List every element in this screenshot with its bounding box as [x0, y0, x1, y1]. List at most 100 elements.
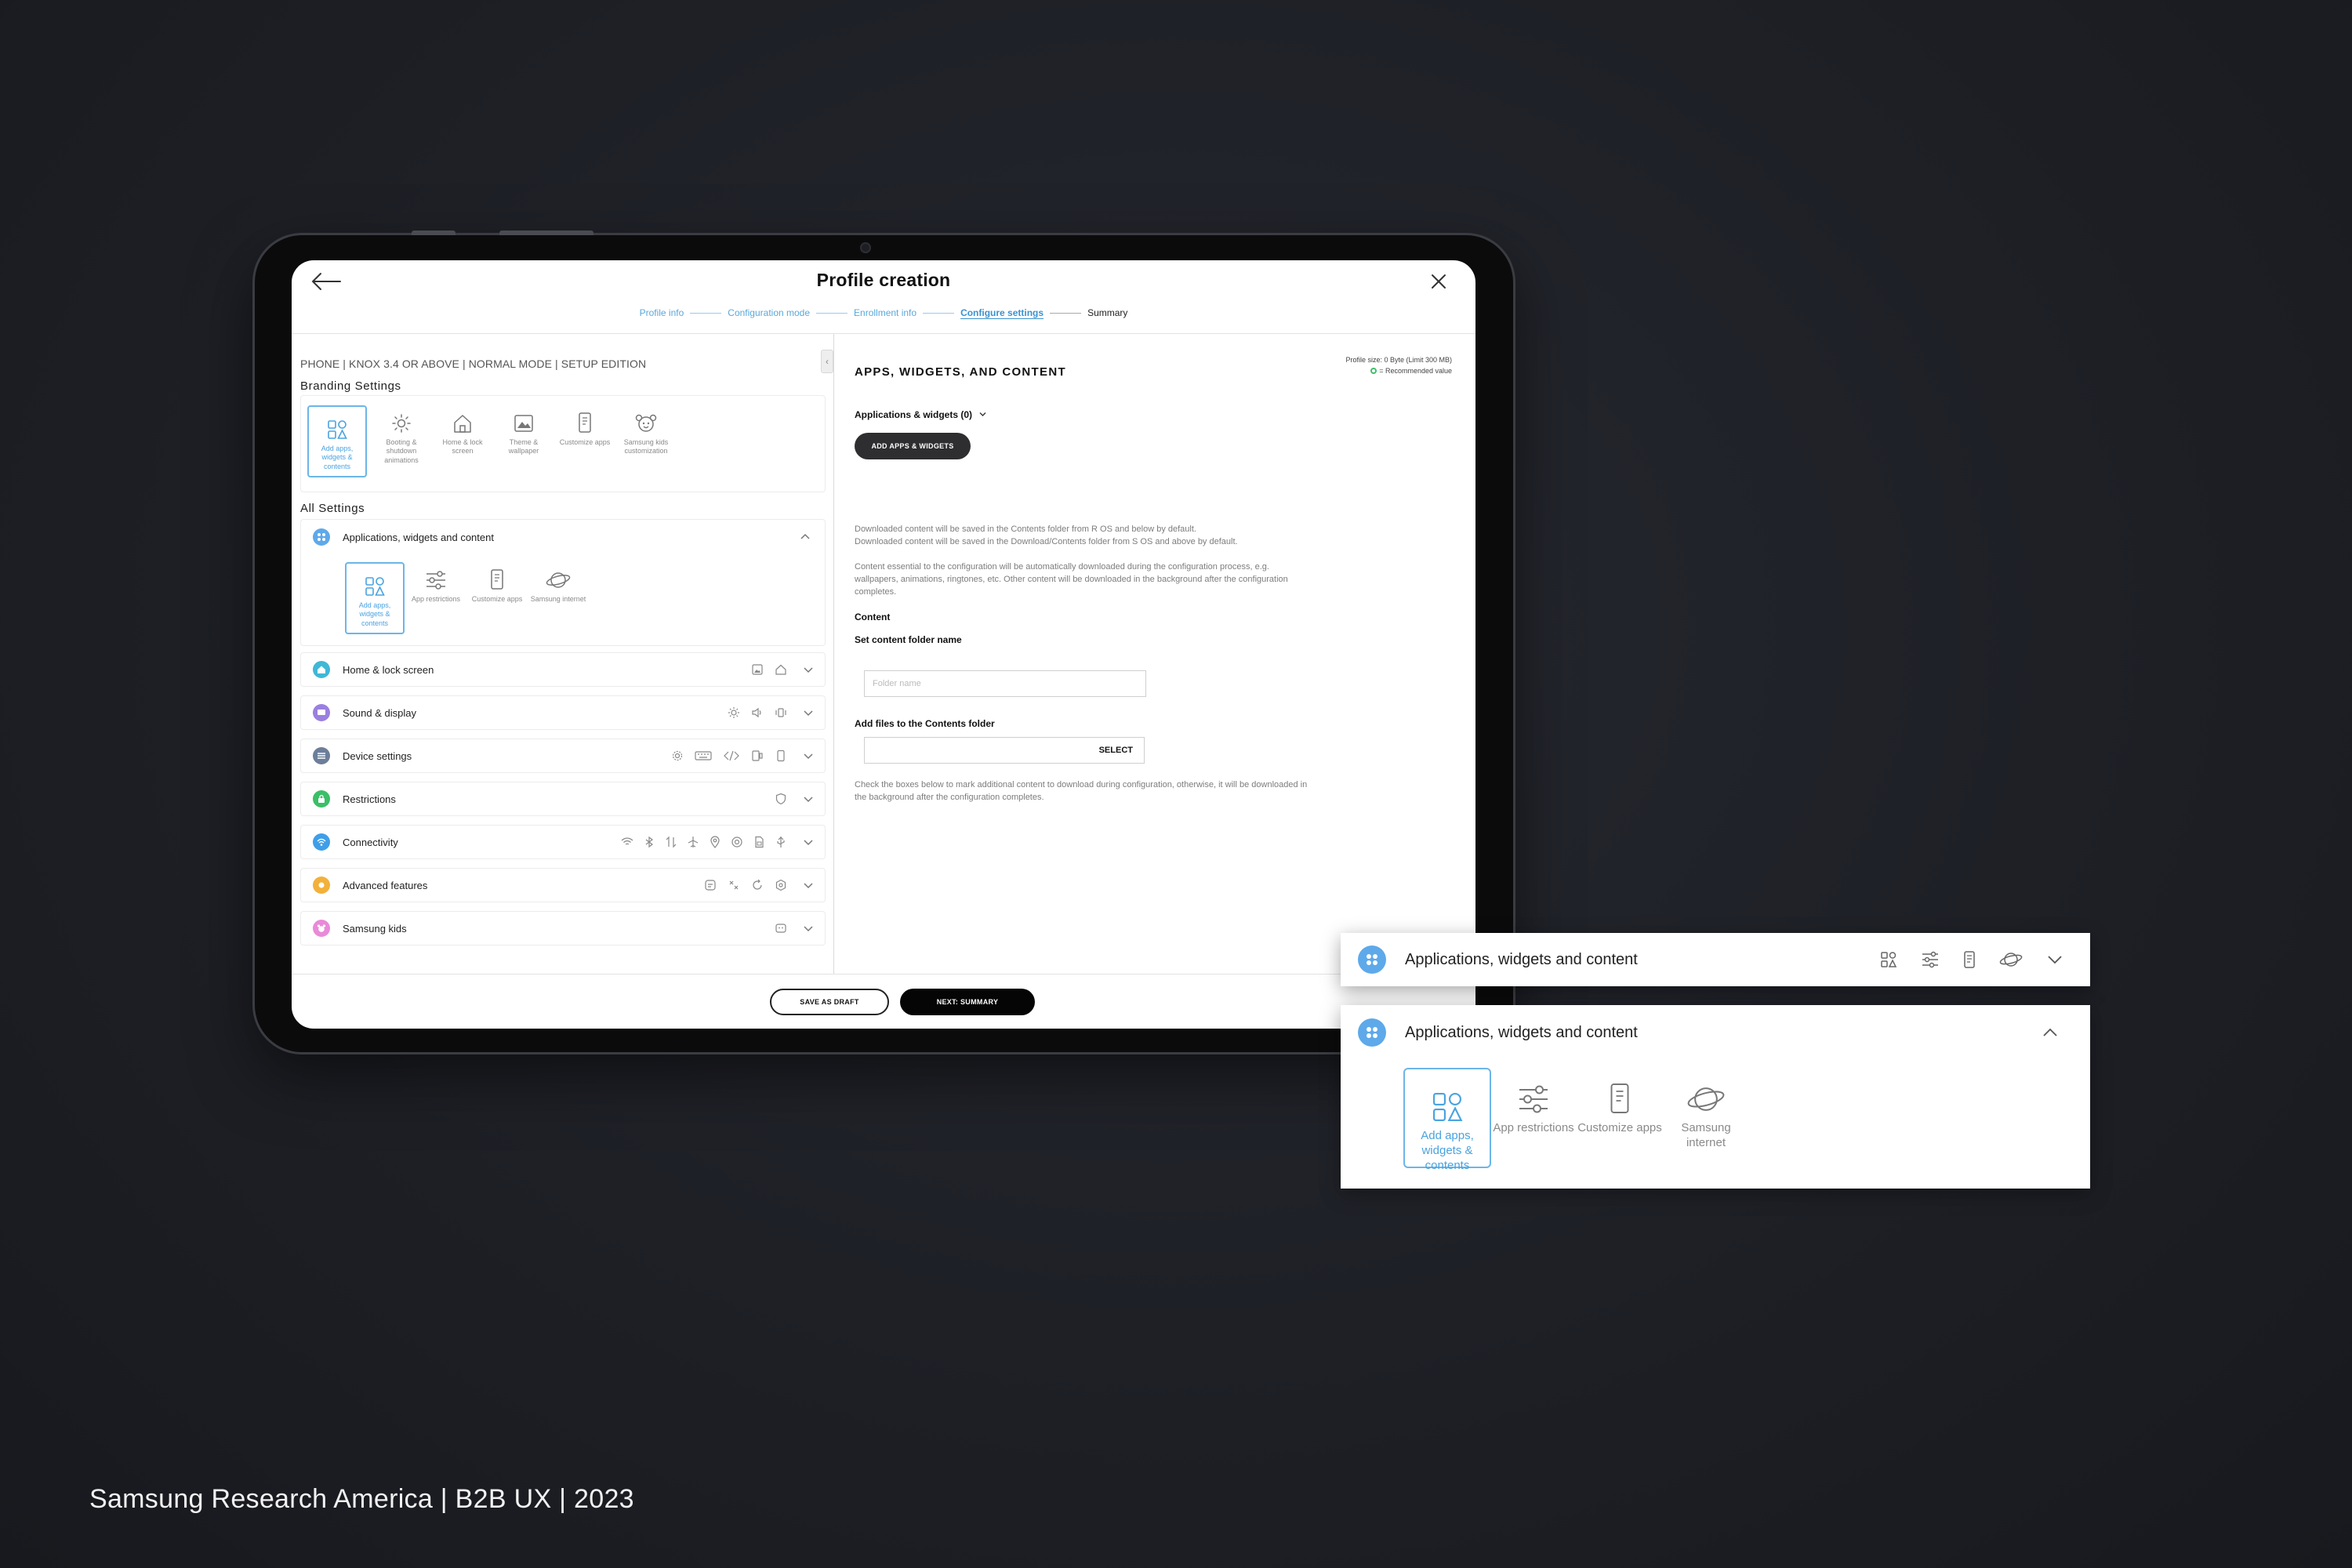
tile-customize-apps[interactable]: Customize apps: [467, 564, 527, 604]
tile-add-apps[interactable]: Add apps, widgets & contents: [1403, 1068, 1491, 1172]
planet-icon: [1662, 1069, 1750, 1115]
accordion-label: Applications, widgets and content: [1405, 1023, 1638, 1041]
kids-category-icon: [313, 920, 330, 937]
phone-icon: [555, 407, 615, 434]
recommended-dot-icon: [1370, 368, 1377, 375]
step-configuration-mode[interactable]: Configuration mode: [728, 307, 810, 318]
row-label: Advanced features: [343, 879, 428, 891]
folder-name-input[interactable]: Folder name: [864, 670, 1146, 697]
note-line: Downloaded content will be saved in the …: [855, 536, 1238, 546]
tile-app-restrictions[interactable]: App restrictions: [406, 564, 466, 604]
chevron-down-icon[interactable]: [803, 793, 814, 804]
accordion-header[interactable]: Applications, widgets and content: [301, 520, 825, 554]
volume-icon: [752, 707, 761, 718]
nfc-icon: [731, 837, 742, 848]
tile-samsung-internet[interactable]: Samsung internet: [1662, 1069, 1750, 1151]
location-icon: [710, 836, 720, 848]
chevron-up-icon[interactable]: [800, 532, 811, 543]
volume-button: [412, 230, 456, 235]
apps-category-icon: [1358, 1018, 1386, 1047]
select-button[interactable]: SELECT: [1099, 746, 1133, 755]
row-label: Connectivity: [343, 836, 398, 848]
gesture-icon: [729, 880, 739, 890]
app-screen: Profile creation Profile info Configurat…: [292, 260, 1475, 1029]
chevron-down-icon[interactable]: [803, 923, 814, 934]
row-connectivity[interactable]: Connectivity: [300, 825, 826, 859]
chevron-down-icon[interactable]: [2046, 951, 2063, 968]
close-icon[interactable]: [1430, 273, 1447, 290]
apps-widgets-count: Applications & widgets (0): [855, 409, 973, 420]
profile-size-info: Profile size: 0 Byte (Limit 300 MB) = Re…: [1345, 354, 1452, 377]
tile-customize-apps[interactable]: Customize apps: [555, 407, 615, 447]
note-line: Downloaded content will be saved in the …: [855, 524, 1196, 534]
accordion-header[interactable]: Applications, widgets and content: [1341, 1005, 2090, 1060]
essential-content-note: Content essential to the configuration w…: [855, 562, 1288, 597]
tile-label: Theme & wallpaper: [508, 438, 539, 456]
tile-home-lock-screen[interactable]: Home & lock screen: [433, 407, 492, 456]
phone-icon: [1576, 1069, 1664, 1115]
advanced-category-icon: [313, 877, 330, 894]
save-draft-button[interactable]: SAVE AS DRAFT: [770, 989, 889, 1015]
tile-customize-apps[interactable]: Customize apps: [1576, 1069, 1664, 1136]
collapse-pane-button[interactable]: ‹: [821, 350, 833, 373]
accordion-label: Applications, widgets and content: [1405, 950, 1638, 968]
step-summary[interactable]: Summary: [1087, 307, 1127, 318]
gear-icon: [672, 750, 683, 761]
row-device-settings[interactable]: Device settings: [300, 739, 826, 773]
sim-icon: [755, 836, 764, 848]
tile-add-apps[interactable]: Add apps, widgets & contents: [307, 405, 367, 477]
tile-theme-wallpaper[interactable]: Theme & wallpaper: [494, 407, 554, 456]
tile-booting-animations[interactable]: Booting & shutdown animations: [372, 407, 431, 465]
step-profile-info[interactable]: Profile info: [640, 307, 684, 318]
tile-label: App restrictions: [1493, 1121, 1574, 1134]
tile-label: Home & lock screen: [442, 438, 483, 456]
step-connector: [816, 312, 848, 314]
chevron-down-icon[interactable]: [803, 837, 814, 848]
devices-icon: [752, 750, 763, 761]
chevron-down-icon[interactable]: [803, 664, 814, 675]
tile-add-apps[interactable]: Add apps, widgets & contents: [345, 562, 405, 634]
row-label: Home & lock screen: [343, 663, 434, 676]
breadcrumb: PHONE | KNOX 3.4 OR ABOVE | NORMAL MODE …: [300, 358, 647, 370]
apps-widgets-dropdown[interactable]: Applications & widgets (0): [855, 409, 986, 420]
chevron-up-icon[interactable]: [2042, 1024, 2059, 1041]
chevron-down-icon[interactable]: [803, 880, 814, 891]
sliders-icon: [1922, 951, 1938, 968]
step-configure-settings[interactable]: Configure settings: [960, 307, 1044, 318]
zoom-accordion-expanded: Applications, widgets and content Add ap…: [1341, 1005, 2090, 1189]
download-location-note: Downloaded content will be saved in the …: [855, 524, 1309, 549]
image-icon: [752, 664, 763, 675]
tile-label: Add apps, widgets & contents: [1421, 1129, 1474, 1172]
profile-size: Profile size: 0 Byte (Limit 300 MB): [1345, 356, 1452, 364]
additional-content-note: Check the boxes below to mark additional…: [855, 780, 1308, 802]
sun-icon: [372, 407, 431, 434]
wifi-category-icon: [313, 833, 330, 851]
section-title: APPS, WIDGETS, AND CONTENT: [855, 365, 1066, 379]
row-home-lock-screen[interactable]: Home & lock screen: [300, 652, 826, 687]
row-sound-display[interactable]: Sound & display: [300, 695, 826, 730]
row-restrictions[interactable]: Restrictions: [300, 782, 826, 816]
tile-label: Customize apps: [471, 595, 523, 603]
zoom-accordion-collapsed[interactable]: Applications, widgets and content: [1341, 933, 2090, 986]
tile-samsung-kids[interactable]: Samsung kids customization: [616, 407, 676, 456]
phone-icon: [467, 564, 527, 590]
row-samsung-kids[interactable]: Samsung kids: [300, 911, 826, 946]
tile-app-restrictions[interactable]: App restrictions: [1490, 1069, 1577, 1136]
file-select-field[interactable]: SELECT: [864, 737, 1145, 764]
code-icon: [724, 750, 739, 761]
next-summary-button[interactable]: NEXT: SUMMARY: [900, 989, 1035, 1015]
add-apps-widgets-button[interactable]: ADD APPS & WIDGETS: [855, 433, 971, 459]
chevron-down-icon[interactable]: [803, 707, 814, 718]
chevron-down-icon[interactable]: [803, 750, 814, 761]
tile-samsung-internet[interactable]: Samsung internet: [528, 564, 588, 604]
keyboard-icon: [695, 751, 712, 760]
tile-label: Add apps, widgets & contents: [358, 601, 391, 627]
settings-detail-pane: APPS, WIDGETS, AND CONTENT Profile size:…: [835, 334, 1475, 974]
progress-stepper: Profile info Configuration mode Enrollme…: [292, 307, 1475, 318]
usb-icon: [777, 837, 785, 848]
tile-label: Samsung internet: [530, 595, 586, 603]
branding-settings-card: Add apps, widgets & contents Booting & s…: [300, 395, 826, 492]
row-advanced-features[interactable]: Advanced features: [300, 868, 826, 902]
apps-category-icon: [313, 528, 330, 546]
step-enrollment-info[interactable]: Enrollment info: [854, 307, 916, 318]
